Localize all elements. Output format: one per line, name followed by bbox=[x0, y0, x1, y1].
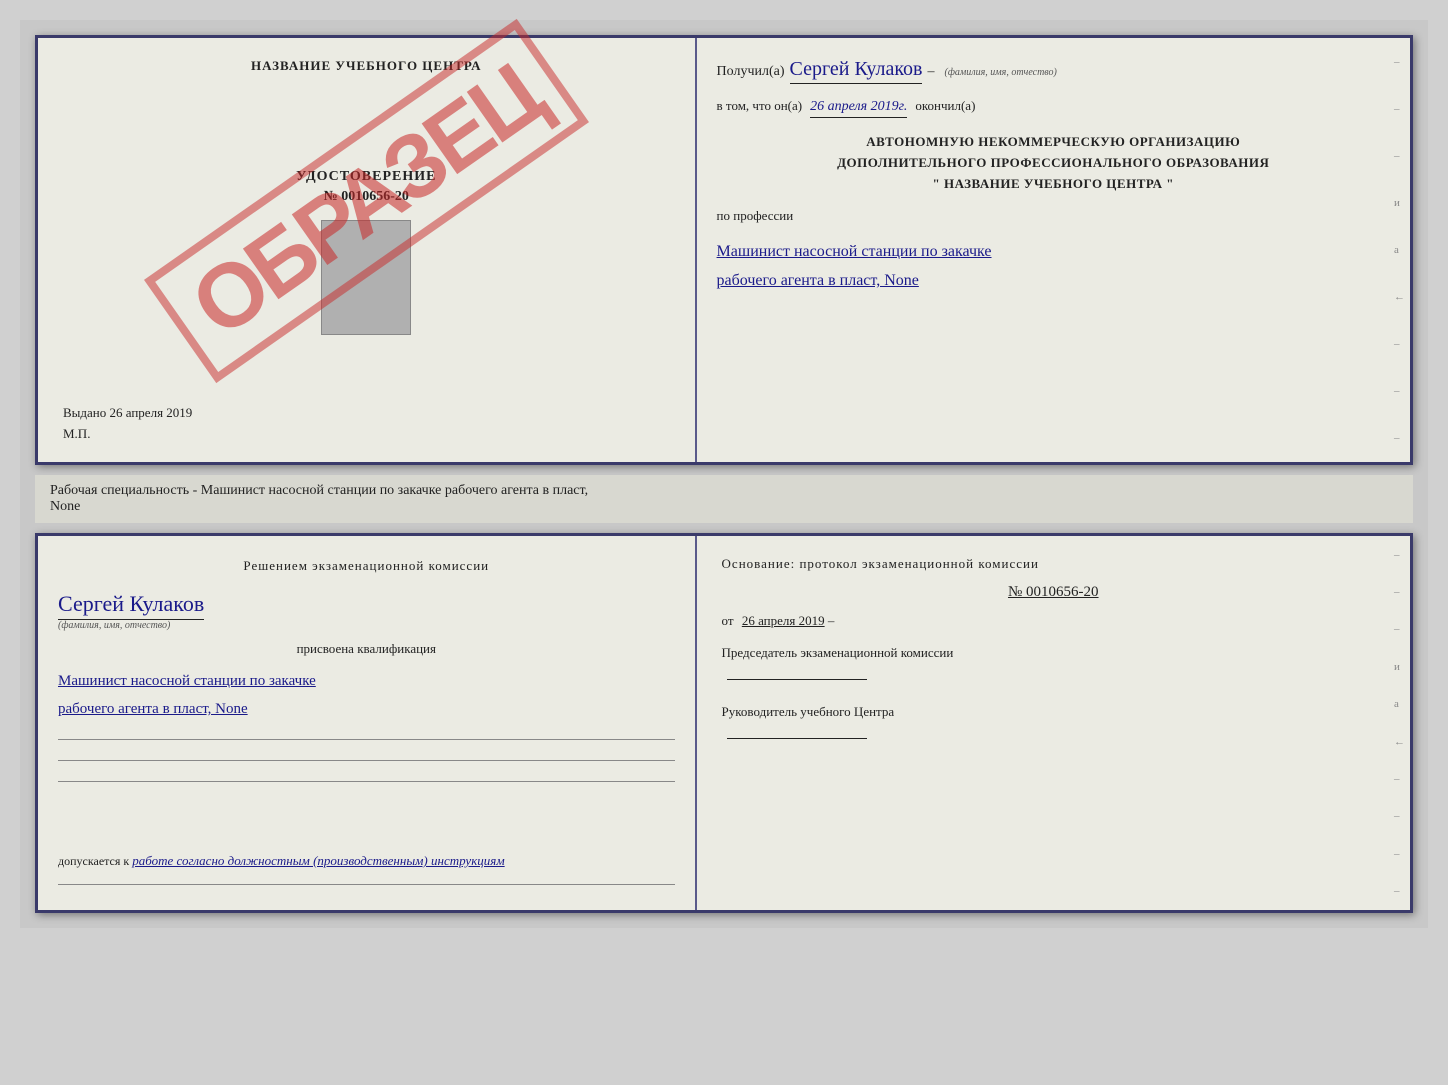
bmark-7: – bbox=[1394, 773, 1405, 785]
cert-bottom-left: Решением экзаменационной комиссии Сергей… bbox=[38, 536, 697, 910]
predsedatel-line bbox=[722, 664, 1385, 687]
cert-bottom-right: – – – и а ← – – – – Основание: протокол … bbox=[697, 536, 1410, 910]
divider-line-1 bbox=[58, 739, 675, 740]
ot-date-row: от 26 апреля 2019 – bbox=[722, 613, 1385, 629]
bottom-recipient-name: Сергей Кулаков bbox=[58, 591, 204, 620]
po-professii: по профессии bbox=[717, 208, 1390, 224]
vtom-prefix: в том, что он(а) bbox=[717, 98, 803, 114]
mp-row: М.П. bbox=[53, 426, 90, 442]
mark-5: а bbox=[1394, 244, 1405, 256]
separator-line1: Рабочая специальность - Машинист насосно… bbox=[50, 483, 1398, 499]
obrazec-stamp-container: ОБРАЗЕЦ bbox=[58, 138, 675, 264]
certificate-bottom: Решением экзаменационной комиссии Сергей… bbox=[35, 533, 1413, 913]
bmark-4: и bbox=[1394, 661, 1405, 673]
okonchil: окончил(а) bbox=[915, 98, 975, 114]
separator-text: Рабочая специальность - Машинист насосно… bbox=[35, 475, 1413, 523]
cert-right: – – – и а ← – – – Получил(а) Сергей Кула… bbox=[697, 38, 1410, 462]
ot-dash: – bbox=[828, 613, 835, 628]
bmark-2: – bbox=[1394, 586, 1405, 598]
bmark-1: – bbox=[1394, 549, 1405, 561]
dopuskaetsya-row: допускается к работе согласно должностны… bbox=[58, 853, 675, 869]
vydano-row: Выдано 26 апреля 2019 bbox=[53, 405, 192, 421]
qualification-line1: Машинист насосной станции по закачке bbox=[58, 667, 675, 696]
mark-2: – bbox=[1394, 103, 1405, 115]
bmark-9: – bbox=[1394, 848, 1405, 860]
bmark-8: – bbox=[1394, 810, 1405, 822]
vydano-date: 26 апреля 2019 bbox=[110, 405, 193, 420]
dopusk-value: работе согласно должностным (производств… bbox=[132, 853, 504, 868]
org-line1: АВТОНОМНУЮ НЕКОММЕРЧЕСКУЮ ОРГАНИЗАЦИЮ bbox=[717, 132, 1390, 153]
divider-line-2 bbox=[58, 760, 675, 761]
rukovoditel-block: Руководитель учебного Центра bbox=[722, 700, 1385, 747]
predsedatel-signature-line bbox=[727, 679, 867, 680]
bottom-qualification-block: Машинист насосной станции по закачке раб… bbox=[58, 667, 675, 724]
divider-line-3 bbox=[58, 781, 675, 782]
rukovoditel-signature-line bbox=[727, 738, 867, 739]
divider-line-4 bbox=[58, 884, 675, 885]
rukovoditel-title: Руководитель учебного Центра bbox=[722, 700, 1385, 723]
right-side-marks: – – – и а ← – – – bbox=[1394, 38, 1405, 462]
prisvoena-text: присвоена квалификация bbox=[58, 641, 675, 657]
protocol-number: № 0010656-20 bbox=[722, 584, 1385, 601]
bmark-10: – bbox=[1394, 885, 1405, 897]
resheniem-title: Решением экзаменационной комиссии bbox=[58, 556, 675, 576]
fio-label: (фамилия, имя, отчество) bbox=[944, 67, 1056, 78]
dopuskaetsya-prefix: допускается к bbox=[58, 854, 129, 868]
profession-line2: рабочего агента в пласт, None bbox=[717, 267, 1390, 296]
predsedatel-block: Председатель экзаменационной комиссии bbox=[722, 641, 1385, 688]
osnovanie-title: Основание: протокол экзаменационной коми… bbox=[722, 556, 1385, 572]
certificate-top: НАЗВАНИЕ УЧЕБНОГО ЦЕНТРА ОБРАЗЕЦ УДОСТОВ… bbox=[35, 35, 1413, 465]
bottom-fio-label: (фамилия, имя, отчество) bbox=[58, 620, 675, 631]
bmark-6: ← bbox=[1394, 736, 1405, 748]
mark-8: – bbox=[1394, 385, 1405, 397]
poluchil-prefix: Получил(а) bbox=[717, 64, 785, 80]
bmark-5: а bbox=[1394, 698, 1405, 710]
separator-line2: None bbox=[50, 499, 1398, 515]
poluchil-row: Получил(а) Сергей Кулаков – (фамилия, им… bbox=[717, 58, 1390, 84]
bmark-3: – bbox=[1394, 623, 1405, 635]
cert-left: НАЗВАНИЕ УЧЕБНОГО ЦЕНТРА ОБРАЗЕЦ УДОСТОВ… bbox=[38, 38, 697, 462]
ot-prefix: от bbox=[722, 613, 734, 628]
rukovoditel-line bbox=[722, 723, 1385, 746]
mark-1: – bbox=[1394, 56, 1405, 68]
vydano-label: Выдано bbox=[63, 405, 106, 420]
recipient-name: Сергей Кулаков bbox=[790, 58, 923, 84]
org-name: " НАЗВАНИЕ УЧЕБНОГО ЦЕНТРА " bbox=[717, 174, 1390, 195]
profession-block: Машинист насосной станции по закачке раб… bbox=[717, 238, 1390, 296]
profession-line1: Машинист насосной станции по закачке bbox=[717, 238, 1390, 267]
cert-date: 26 апреля 2019г. bbox=[810, 99, 907, 118]
mark-3: – bbox=[1394, 150, 1405, 162]
org-line2: ДОПОЛНИТЕЛЬНОГО ПРОФЕССИОНАЛЬНОГО ОБРАЗО… bbox=[717, 153, 1390, 174]
predsedatel-title: Председатель экзаменационной комиссии bbox=[722, 641, 1385, 664]
mark-9: – bbox=[1394, 432, 1405, 444]
org-block: АВТОНОМНУЮ НЕКОММЕРЧЕСКУЮ ОРГАНИЗАЦИЮ ДО… bbox=[717, 132, 1390, 194]
mark-6: ← bbox=[1394, 291, 1405, 303]
dash-separator: – bbox=[927, 64, 934, 80]
qualification-line2: рабочего агента в пласт, None bbox=[58, 695, 675, 724]
bottom-name-block: Сергей Кулаков (фамилия, имя, отчество) bbox=[58, 586, 675, 631]
mark-4: и bbox=[1394, 197, 1405, 209]
mark-7: – bbox=[1394, 338, 1405, 350]
page-container: НАЗВАНИЕ УЧЕБНОГО ЦЕНТРА ОБРАЗЕЦ УДОСТОВ… bbox=[20, 20, 1428, 928]
vtom-row: в том, что он(а) 26 апреля 2019г. окончи… bbox=[717, 98, 1390, 118]
ot-date-value: 26 апреля 2019 bbox=[742, 613, 825, 628]
bottom-right-side-marks: – – – и а ← – – – – bbox=[1394, 536, 1405, 910]
